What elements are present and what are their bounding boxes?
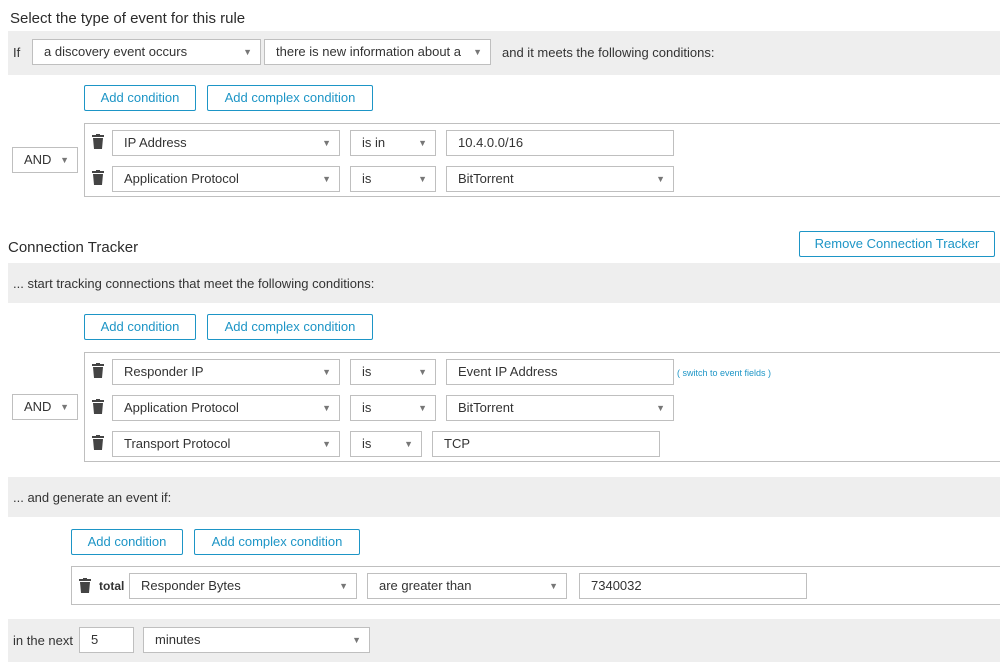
condition-value-input[interactable]: 10.4.0.0/16: [446, 130, 674, 156]
start-tracking-text: ... start tracking connections that meet…: [13, 276, 375, 291]
field-value: Application Protocol: [124, 400, 239, 415]
chevron-down-icon: ▼: [339, 581, 348, 591]
field-value: IP Address: [124, 135, 187, 150]
chevron-down-icon: ▼: [322, 439, 331, 449]
chevron-down-icon: ▼: [549, 581, 558, 591]
op-value: is: [362, 436, 372, 451]
time-window-input[interactable]: 5: [79, 627, 134, 653]
condition-value-input[interactable]: TCP: [432, 431, 660, 457]
condition-operator-select[interactable]: is ▼: [350, 166, 436, 192]
rule-heading: Select the type of event for this rule: [10, 10, 246, 27]
chevron-down-icon: ▼: [473, 47, 482, 57]
chevron-down-icon: ▼: [418, 403, 427, 413]
condition-operator-select[interactable]: is in ▼: [350, 130, 436, 156]
remove-connection-tracker-button[interactable]: Remove Connection Tracker: [799, 231, 995, 257]
generate-field-select[interactable]: Responder Bytes ▼: [129, 573, 357, 599]
add-complex-condition-button[interactable]: Add complex condition: [194, 529, 360, 555]
op-value: is in: [362, 135, 386, 150]
field-value: Transport Protocol: [124, 436, 231, 451]
in-the-next-label: in the next: [13, 633, 73, 648]
operator-value: AND: [24, 399, 52, 414]
op-value: is: [362, 171, 372, 186]
trash-icon[interactable]: [91, 435, 105, 451]
op-value: are greater than: [379, 578, 472, 593]
condition-field-select[interactable]: Transport Protocol ▼: [112, 431, 340, 457]
condition-operator-select[interactable]: is ▼: [350, 395, 436, 421]
chevron-down-icon: ▼: [418, 138, 427, 148]
total-label: total: [99, 579, 125, 593]
chevron-down-icon: ▼: [60, 402, 69, 412]
condition-value-select[interactable]: BitTorrent ▼: [446, 166, 674, 192]
switch-to-event-fields-link[interactable]: ( switch to event fields ): [677, 368, 771, 378]
condition-field-select[interactable]: IP Address ▼: [112, 130, 340, 156]
chevron-down-icon: ▼: [60, 155, 69, 165]
chevron-down-icon: ▼: [352, 635, 361, 645]
add-condition-button[interactable]: Add condition: [84, 85, 196, 111]
tracker-band: ... start tracking connections that meet…: [8, 263, 1000, 303]
op-value: is: [362, 400, 372, 415]
add-condition-button[interactable]: Add condition: [71, 529, 183, 555]
chevron-down-icon: ▼: [243, 47, 252, 57]
if-label: If: [13, 45, 21, 60]
trash-icon[interactable]: [91, 134, 105, 150]
field-value: Responder Bytes: [141, 578, 241, 593]
chevron-down-icon: ▼: [322, 403, 331, 413]
operator-value: AND: [24, 152, 52, 167]
add-complex-condition-button[interactable]: Add complex condition: [207, 85, 373, 111]
trash-icon[interactable]: [91, 363, 105, 379]
chevron-down-icon: ▼: [656, 174, 665, 184]
chevron-down-icon: ▼: [322, 138, 331, 148]
condition-value-select[interactable]: BitTorrent ▼: [446, 395, 674, 421]
condition-operator-select[interactable]: is ▼: [350, 359, 436, 385]
condition-field-select[interactable]: Application Protocol ▼: [112, 166, 340, 192]
rule-conditions-box: IP Address ▼ is in ▼ 10.4.0.0/16 Applica…: [84, 123, 1000, 197]
connection-tracker-heading: Connection Tracker: [8, 239, 139, 256]
generate-event-text: ... and generate an event if:: [13, 490, 172, 505]
generate-conditions-box: total Responder Bytes ▼ are greater than…: [71, 566, 1000, 605]
trash-icon[interactable]: [91, 399, 105, 415]
meets-conditions-text: and it meets the following conditions:: [502, 45, 715, 60]
value-value: BitTorrent: [458, 171, 514, 186]
condition-value-input[interactable]: Event IP Address: [446, 359, 674, 385]
tracker-operator-select[interactable]: AND ▼: [12, 394, 78, 420]
time-unit-select[interactable]: minutes ▼: [143, 627, 370, 653]
info-type-select[interactable]: there is new information about a ▼: [264, 39, 491, 65]
value-value: BitTorrent: [458, 400, 514, 415]
field-value: Application Protocol: [124, 171, 239, 186]
chevron-down-icon: ▼: [322, 367, 331, 377]
condition-field-select[interactable]: Application Protocol ▼: [112, 395, 340, 421]
unit-value: minutes: [155, 632, 201, 647]
condition-operator-select[interactable]: is ▼: [350, 431, 422, 457]
field-value: Responder IP: [124, 364, 204, 379]
add-complex-condition-button[interactable]: Add complex condition: [207, 314, 373, 340]
generate-band: ... and generate an event if:: [8, 477, 1000, 517]
info-type-value: there is new information about a: [276, 44, 461, 59]
op-value: is: [362, 364, 372, 379]
event-type-value: a discovery event occurs: [44, 44, 188, 59]
generate-operator-select[interactable]: are greater than ▼: [367, 573, 567, 599]
rule-if-band: If a discovery event occurs ▼ there is n…: [8, 31, 1000, 75]
tracker-conditions-box: Responder IP ▼ is ▼ Event IP Address ( s…: [84, 352, 1000, 462]
chevron-down-icon: ▼: [418, 367, 427, 377]
generate-value-input[interactable]: 7340032: [579, 573, 807, 599]
condition-field-select[interactable]: Responder IP ▼: [112, 359, 340, 385]
chevron-down-icon: ▼: [656, 403, 665, 413]
trash-icon[interactable]: [78, 578, 92, 594]
add-condition-button[interactable]: Add condition: [84, 314, 196, 340]
trash-icon[interactable]: [91, 170, 105, 186]
chevron-down-icon: ▼: [418, 174, 427, 184]
chevron-down-icon: ▼: [322, 174, 331, 184]
event-type-select[interactable]: a discovery event occurs ▼: [32, 39, 261, 65]
time-window-band: in the next 5 minutes ▼: [8, 619, 1000, 662]
rule-operator-select[interactable]: AND ▼: [12, 147, 78, 173]
chevron-down-icon: ▼: [404, 439, 413, 449]
